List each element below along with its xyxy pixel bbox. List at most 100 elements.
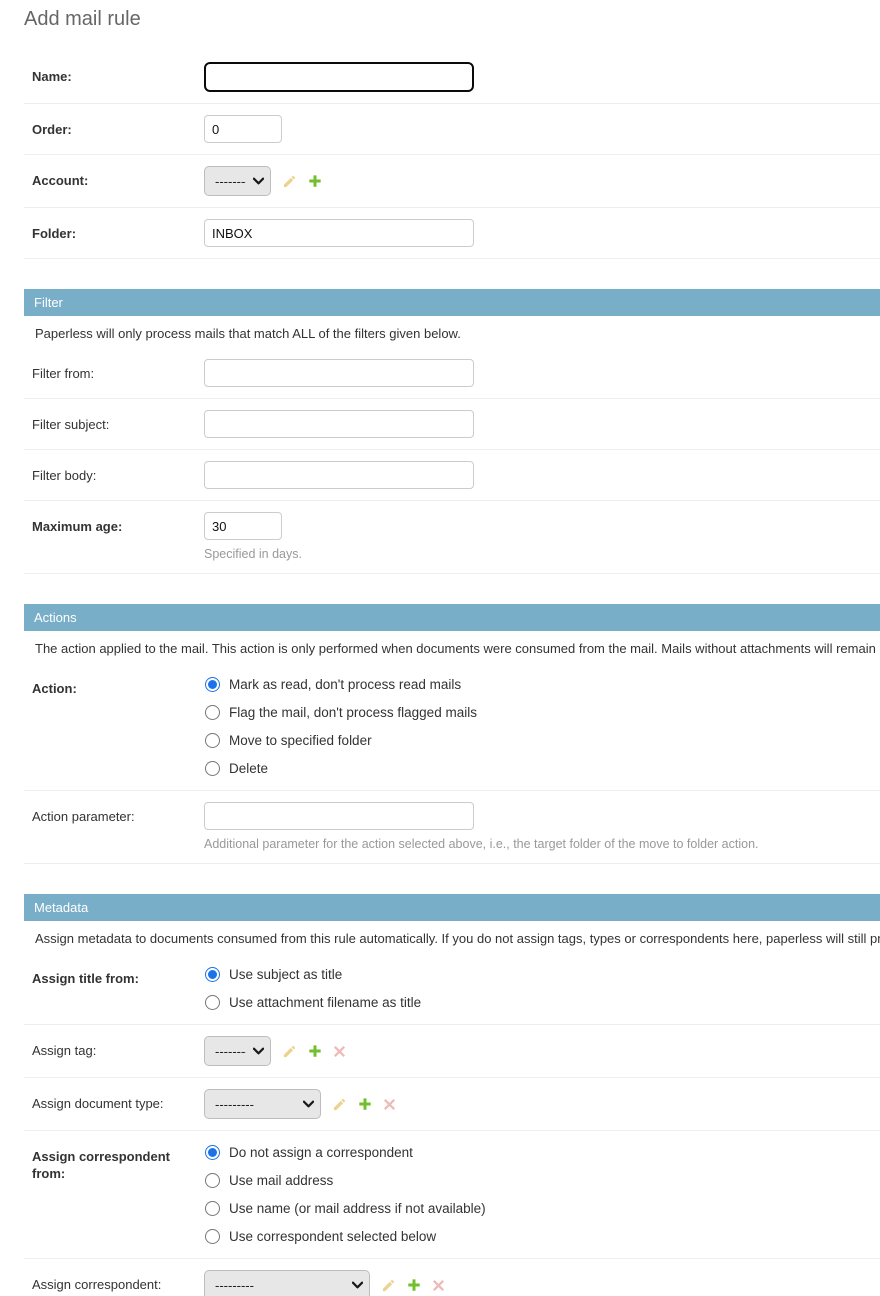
page-title: Add mail rule [24,8,880,31]
add-plus-icon[interactable] [358,1097,372,1111]
action-radio-label[interactable]: Move to specified folder [229,733,372,748]
name-input[interactable] [204,62,474,92]
correspondent-radio-name[interactable] [205,1201,220,1216]
filter-subject-input[interactable] [204,410,474,438]
delete-x-icon[interactable] [333,1045,346,1058]
correspondent-radio-label[interactable]: Use correspondent selected below [229,1229,436,1244]
form-row-filter-subject: Filter subject: [24,399,880,450]
assign-correspondent-select[interactable]: --------- [204,1270,370,1296]
action-radio-label[interactable]: Flag the mail, don't process flagged mai… [229,705,477,720]
edit-pencil-icon[interactable] [381,1278,396,1293]
form-row-assign-correspondent-from: Assign correspondent from: Do not assign… [24,1131,880,1259]
filter-from-input[interactable] [204,359,474,387]
folder-input[interactable] [204,219,474,247]
correspondent-option-selected-below: Use correspondent selected below [204,1228,486,1245]
assign-title-radio-group: Use subject as title Use attachment file… [204,964,421,1013]
folder-label: Folder: [32,225,204,242]
action-radio-flag[interactable] [205,705,220,720]
delete-x-icon[interactable] [432,1279,445,1292]
action-option-flag: Flag the mail, don't process flagged mai… [204,704,477,721]
account-select-wrap: --------- [204,166,271,196]
filter-section-description: Paperless will only process mails that m… [24,316,880,348]
title-option-subject: Use subject as title [204,966,421,983]
filter-body-label: Filter body: [32,467,204,484]
actions-section-description: The action applied to the mail. This act… [24,631,880,663]
form-row-filter-from: Filter from: [24,348,880,399]
mail-rule-form: Name: Order: Account: --------- [24,51,880,1296]
add-mail-rule-page: Add mail rule Name: Order: Account: ----… [0,0,880,1296]
maximum-age-input[interactable] [204,512,282,540]
assign-tag-select[interactable]: --------- [204,1036,271,1066]
correspondent-option-mail-address: Use mail address [204,1172,486,1189]
action-radio-mark-read[interactable] [205,677,220,692]
assign-tag-label: Assign tag: [32,1042,204,1059]
edit-pencil-icon[interactable] [332,1097,347,1112]
title-radio-label[interactable]: Use subject as title [229,967,342,982]
correspondent-radio-label[interactable]: Use mail address [229,1173,333,1188]
action-radio-delete[interactable] [205,761,220,776]
form-row-account: Account: --------- [24,155,880,208]
correspondent-radio-label[interactable]: Do not assign a correspondent [229,1145,413,1160]
form-row-maximum-age: Maximum age: Specified in days. [24,501,880,574]
form-row-name: Name: [24,51,880,104]
action-parameter-input[interactable] [204,802,474,830]
edit-pencil-icon[interactable] [282,1044,297,1059]
maximum-age-label: Maximum age: [32,518,204,535]
correspondent-radio-selected-below[interactable] [205,1229,220,1244]
assign-correspondent-from-label: Assign correspondent from: [32,1148,204,1182]
title-radio-label[interactable]: Use attachment filename as title [229,995,421,1010]
assign-document-type-label: Assign document type: [32,1095,204,1112]
filter-subject-label: Filter subject: [32,416,204,433]
form-row-assign-document-type: Assign document type: --------- [24,1078,880,1131]
action-option-mark-read: Mark as read, don't process read mails [204,676,477,693]
assign-correspondent-related-icons [381,1278,445,1293]
add-plus-icon[interactable] [308,174,322,188]
metadata-section-header: Metadata [24,894,880,921]
action-radio-label[interactable]: Delete [229,761,268,776]
action-option-delete: Delete [204,760,477,777]
action-radio-group: Mark as read, don't process read mails F… [204,674,477,779]
assign-correspondent-radio-group: Do not assign a correspondent Use mail a… [204,1142,486,1247]
title-radio-attachment[interactable] [205,995,220,1010]
form-row-assign-correspondent: Assign correspondent: --------- [24,1259,880,1296]
correspondent-option-name: Use name (or mail address if not availab… [204,1200,486,1217]
form-row-folder: Folder: [24,208,880,259]
correspondent-radio-label[interactable]: Use name (or mail address if not availab… [229,1201,486,1216]
assign-title-from-label: Assign title from: [32,970,204,987]
assign-document-type-select[interactable]: --------- [204,1089,321,1119]
section-filter: Filter Paperless will only process mails… [24,289,880,574]
delete-x-icon[interactable] [383,1098,396,1111]
action-radio-move[interactable] [205,733,220,748]
add-plus-icon[interactable] [407,1278,421,1292]
assign-correspondent-label: Assign correspondent: [32,1276,204,1293]
filter-body-input[interactable] [204,461,474,489]
form-row-action-parameter: Action parameter: Additional parameter f… [24,791,880,864]
form-row-order: Order: [24,104,880,155]
account-select[interactable]: --------- [204,166,271,196]
title-option-attachment: Use attachment filename as title [204,994,421,1011]
assign-document-type-select-wrap: --------- [204,1089,321,1119]
action-option-move: Move to specified folder [204,732,477,749]
account-related-icons [282,174,322,189]
form-row-assign-tag: Assign tag: --------- [24,1025,880,1078]
metadata-section-description: Assign metadata to documents consumed fr… [24,921,880,953]
add-plus-icon[interactable] [308,1044,322,1058]
form-row-assign-title-from: Assign title from: Use subject as title … [24,953,880,1025]
correspondent-radio-mail-address[interactable] [205,1173,220,1188]
order-input[interactable] [204,115,282,143]
correspondent-radio-none[interactable] [205,1145,220,1160]
action-label: Action: [32,680,204,697]
assign-tag-select-wrap: --------- [204,1036,271,1066]
form-row-filter-body: Filter body: [24,450,880,501]
action-parameter-label: Action parameter: [32,808,204,825]
maximum-age-help: Specified in days. [204,547,302,562]
assign-document-type-related-icons [332,1097,396,1112]
assign-tag-related-icons [282,1044,346,1059]
title-radio-subject[interactable] [205,967,220,982]
section-metadata: Metadata Assign metadata to documents co… [24,894,880,1296]
edit-pencil-icon[interactable] [282,174,297,189]
assign-correspondent-select-wrap: --------- [204,1270,370,1296]
actions-section-header: Actions [24,604,880,631]
form-row-action: Action: Mark as read, don't process read… [24,663,880,791]
action-radio-label[interactable]: Mark as read, don't process read mails [229,677,461,692]
